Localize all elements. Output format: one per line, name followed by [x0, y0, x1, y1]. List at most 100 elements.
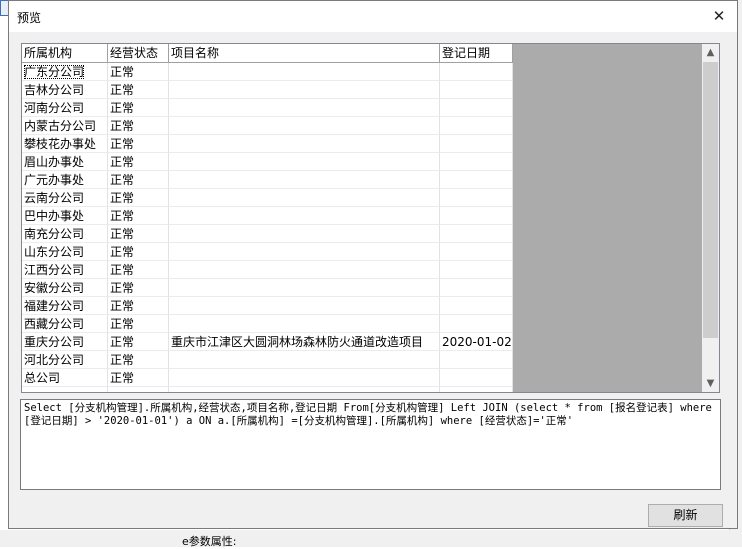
cell-project[interactable]: [169, 369, 440, 387]
cell-date[interactable]: [440, 315, 513, 333]
cell-date[interactable]: [440, 243, 513, 261]
cell-date[interactable]: [440, 279, 513, 297]
cell-status[interactable]: 正常: [108, 261, 169, 279]
cell-org[interactable]: 内蒙古分公司: [22, 117, 108, 135]
cell-project[interactable]: [169, 351, 440, 369]
table-row[interactable]: 西藏分公司 正常: [22, 315, 513, 333]
cell-org[interactable]: 江西分公司: [22, 261, 108, 279]
cell-status[interactable]: 正常: [108, 207, 169, 225]
column-header-org[interactable]: 所属机构: [22, 44, 108, 63]
cell-status[interactable]: 正常: [108, 153, 169, 171]
cell-org[interactable]: 云南分公司: [22, 189, 108, 207]
cell-project[interactable]: [169, 99, 440, 117]
cell-date[interactable]: [440, 117, 513, 135]
cell-org[interactable]: 攀枝花办事处: [22, 135, 108, 153]
column-header-status[interactable]: 经营状态: [108, 44, 169, 63]
cell-project[interactable]: [169, 207, 440, 225]
cell-org[interactable]: 山东分公司: [22, 243, 108, 261]
cell-date[interactable]: [440, 351, 513, 369]
cell-project[interactable]: [169, 189, 440, 207]
cell-project[interactable]: [169, 315, 440, 333]
cell-date[interactable]: [440, 261, 513, 279]
cell-date[interactable]: [440, 387, 513, 392]
cell-status[interactable]: 正常: [108, 369, 169, 387]
cell-org[interactable]: 眉山办事处: [22, 153, 108, 171]
cell-org[interactable]: 福建分公司: [22, 297, 108, 315]
scroll-down-icon[interactable]: ▼: [702, 375, 719, 392]
cell-org[interactable]: 总公司: [22, 369, 108, 387]
cell-date[interactable]: 2020-01-02: [440, 333, 513, 351]
cell-org[interactable]: 河南分公司: [22, 99, 108, 117]
cell-status[interactable]: 正常: [108, 81, 169, 99]
cell-status[interactable]: 正常: [108, 171, 169, 189]
cell-date[interactable]: [440, 297, 513, 315]
cell-project[interactable]: [169, 387, 440, 392]
cell-org[interactable]: 南充分公司: [22, 225, 108, 243]
cell-project[interactable]: [169, 63, 440, 81]
table-row[interactable]: 吉林分公司 正常: [22, 81, 513, 99]
cell-project[interactable]: [169, 171, 440, 189]
table-row[interactable]: 眉山办事处 正常: [22, 153, 513, 171]
scroll-thumb[interactable]: [703, 62, 718, 338]
cell-status[interactable]: 正常: [108, 243, 169, 261]
cell-org[interactable]: 河北分公司: [22, 351, 108, 369]
cell-project[interactable]: [169, 117, 440, 135]
cell-status[interactable]: 正常: [108, 351, 169, 369]
table-row[interactable]: 总公司 正常: [22, 369, 513, 387]
scroll-up-icon[interactable]: ▲: [702, 44, 719, 61]
cell-org[interactable]: 吉林分公司: [22, 81, 108, 99]
cell-status[interactable]: 正常: [108, 63, 169, 81]
cell-status[interactable]: 正常: [108, 297, 169, 315]
cell-date[interactable]: [440, 225, 513, 243]
cell-org[interactable]: 广元办事处: [22, 171, 108, 189]
cell-org[interactable]: [22, 387, 108, 392]
cell-project[interactable]: [169, 225, 440, 243]
cell-date[interactable]: [440, 81, 513, 99]
preview-grid[interactable]: 所属机构 经营状态 项目名称 登记日期 广东分公司 正常 吉林分公司 正常 河南分公司正…: [21, 43, 720, 393]
table-row[interactable]: 安徽分公司 正常: [22, 279, 513, 297]
cell-date[interactable]: [440, 207, 513, 225]
cell-date[interactable]: [440, 63, 513, 81]
cell-status[interactable]: 正常: [108, 135, 169, 153]
cell-org[interactable]: 重庆分公司: [22, 333, 108, 351]
cell-status[interactable]: 正常: [108, 225, 169, 243]
column-header-date[interactable]: 登记日期: [440, 44, 513, 63]
cell-org[interactable]: 广东分公司: [22, 63, 108, 81]
table-row[interactable]: 河北分公司 正常: [22, 351, 513, 369]
refresh-button[interactable]: 刷新: [648, 504, 723, 527]
table-row[interactable]: 攀枝花办事处 正常: [22, 135, 513, 153]
cell-project[interactable]: [169, 135, 440, 153]
cell-date[interactable]: [440, 189, 513, 207]
cell-status[interactable]: 正常: [108, 333, 169, 351]
table-row[interactable]: 内蒙古分公司 正常: [22, 117, 513, 135]
table-row[interactable]: 福建分公司 正常: [22, 297, 513, 315]
cell-project[interactable]: [169, 297, 440, 315]
cell-status[interactable]: 正常: [108, 189, 169, 207]
table-row[interactable]: 南充分公司 正常: [22, 225, 513, 243]
cell-date[interactable]: [440, 171, 513, 189]
cell-org[interactable]: 安徽分公司: [22, 279, 108, 297]
vertical-scrollbar[interactable]: ▲ ▼: [702, 44, 719, 392]
cell-project[interactable]: [169, 261, 440, 279]
cell-project[interactable]: [169, 153, 440, 171]
cell-project[interactable]: [169, 279, 440, 297]
table-row[interactable]: 重庆分公司 正常 重庆市江津区大圆洞林场森林防火通道改造项目 2020-01-02: [22, 333, 513, 351]
sql-text-area[interactable]: Select [分支机构管理].所属机构,经营状态,项目名称,登记日期 From…: [20, 399, 721, 490]
cell-status[interactable]: [108, 387, 169, 392]
cell-org[interactable]: 巴中办事处: [22, 207, 108, 225]
table-row[interactable]: 广东分公司 正常: [22, 63, 513, 81]
cell-project[interactable]: [169, 81, 440, 99]
table-row[interactable]: [22, 387, 513, 392]
cell-org[interactable]: 西藏分公司: [22, 315, 108, 333]
cell-date[interactable]: [440, 135, 513, 153]
cell-date[interactable]: [440, 369, 513, 387]
cell-project[interactable]: 重庆市江津区大圆洞林场森林防火通道改造项目: [169, 333, 440, 351]
table-row[interactable]: 江西分公司 正常: [22, 261, 513, 279]
column-header-project[interactable]: 项目名称: [169, 44, 440, 63]
cell-status[interactable]: 正常: [108, 117, 169, 135]
close-icon[interactable]: ✕: [705, 3, 733, 29]
cell-status[interactable]: 正常: [108, 99, 169, 117]
table-row[interactable]: 河南分公司 正常: [22, 99, 513, 117]
table-row[interactable]: 广元办事处 正常: [22, 171, 513, 189]
table-row[interactable]: 巴中办事处 正常: [22, 207, 513, 225]
